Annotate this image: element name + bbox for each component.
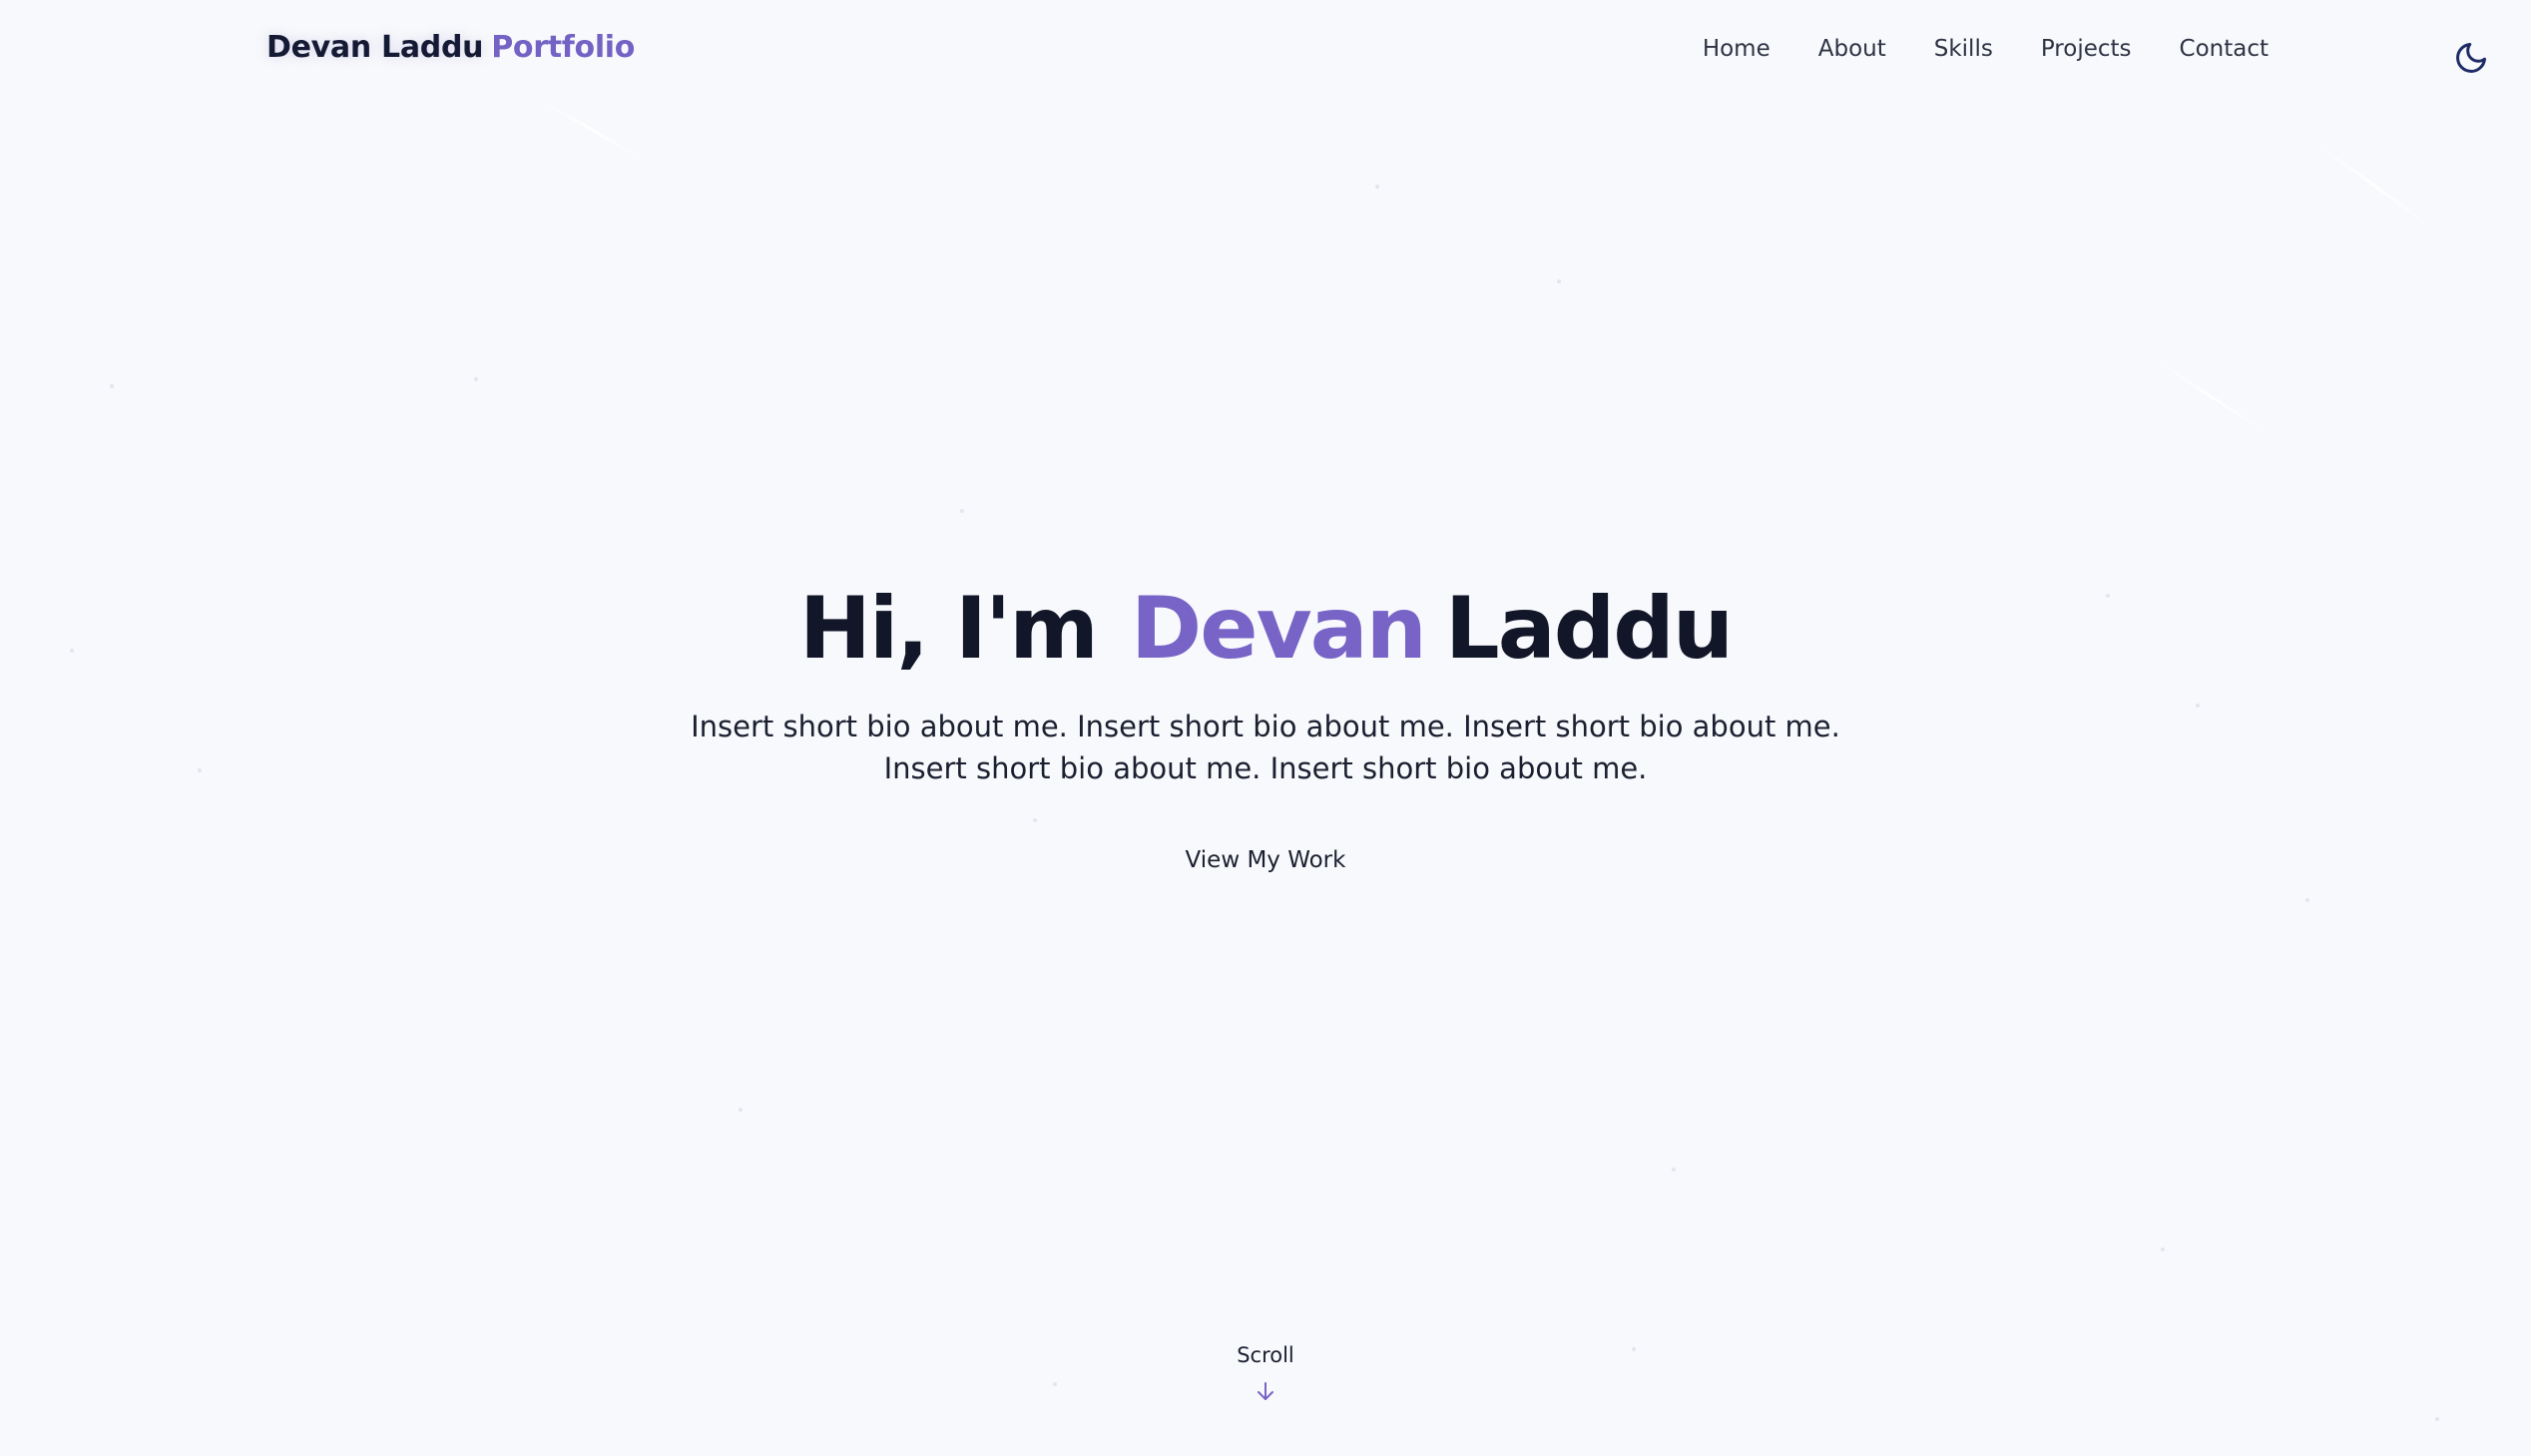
theme-toggle-button[interactable] <box>2453 40 2489 76</box>
nav-home[interactable]: Home <box>1703 36 1771 62</box>
scroll-indicator[interactable]: Scroll <box>1166 1343 1365 1403</box>
hero-greeting: Hi, I'm <box>798 579 1099 679</box>
hero-section: Hi, I'm Devan Laddu Insert short bio abou… <box>0 574 2531 873</box>
brand-name: Devan Laddu <box>266 30 484 65</box>
hero-bio: Insert short bio about me. Insert short … <box>691 710 1840 785</box>
nav-skills[interactable]: Skills <box>1934 36 1993 62</box>
brand-logo[interactable]: Devan Laddu Portfolio <box>266 30 635 65</box>
brand-accent: Portfolio <box>491 30 636 65</box>
nav-projects[interactable]: Projects <box>2041 36 2132 62</box>
arrow-down-icon <box>1258 1382 1273 1400</box>
hero-heading: Hi, I'm Devan Laddu <box>0 574 2531 684</box>
nav-contact[interactable]: Contact <box>2180 36 2269 62</box>
hero-last-name: Laddu <box>1444 579 1734 679</box>
scroll-label: Scroll <box>1237 1343 1294 1367</box>
hero-first-name: Devan <box>1130 579 1427 679</box>
page: Devan Laddu Portfolio Home About Skills P… <box>0 0 2531 1456</box>
nav-about[interactable]: About <box>1818 36 1886 62</box>
moon-icon <box>2456 43 2486 73</box>
main-nav: Home About Skills Projects Contact <box>1703 36 2269 62</box>
view-my-work-button[interactable]: View My Work <box>1186 847 1346 873</box>
